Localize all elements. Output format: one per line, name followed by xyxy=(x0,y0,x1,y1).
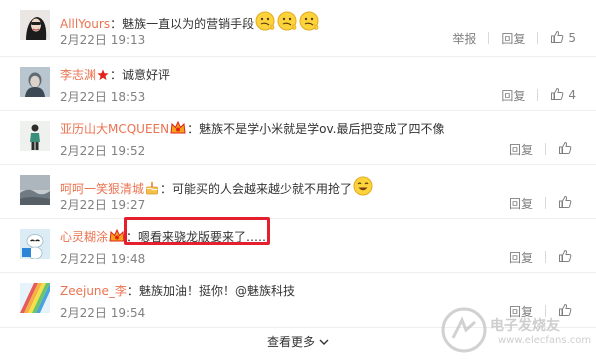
thumbs-up-icon xyxy=(550,87,564,104)
comment-text: 魅族一直以为的营销手段 xyxy=(122,17,255,31)
comment-line: 李志渊 ：诚意好评 xyxy=(60,67,170,84)
divider xyxy=(545,251,546,263)
like-button[interactable] xyxy=(558,141,576,158)
reply-button[interactable]: 回复 xyxy=(501,87,525,104)
cake-badge-icon xyxy=(145,181,159,200)
laughing-face-emoji-icon xyxy=(352,175,374,202)
avatar[interactable] xyxy=(20,283,50,313)
chevron-down-icon xyxy=(319,338,329,346)
watermark-url: www.elecfans.com xyxy=(498,335,592,346)
comment-author[interactable]: 呵呵一笑狠清城 xyxy=(60,182,144,196)
comment-separator: ： xyxy=(126,284,139,298)
comment-timestamp: 2月22日 19:27 xyxy=(60,198,146,212)
reply-button[interactable]: 回复 xyxy=(501,30,525,47)
level-crown-badge-icon xyxy=(170,120,186,140)
thumbs-up-icon xyxy=(550,30,564,47)
comment-actions: 回复 4 xyxy=(501,87,576,104)
reply-button[interactable]: 回复 xyxy=(509,249,533,266)
comment-item: AlllYours：魅族一直以为的营销手段 2月22日 19:13 举报 回复 … xyxy=(0,0,596,57)
avatar[interactable] xyxy=(20,229,50,259)
divider xyxy=(537,32,539,44)
comment-line: Zeejune_李：魅族加油！挺你！@魅族科技 xyxy=(60,283,295,300)
comment-author[interactable]: Zeejune_李 xyxy=(60,284,127,298)
comment-list: AlllYours：魅族一直以为的营销手段 2月22日 19:13 举报 回复 … xyxy=(0,0,596,328)
view-more-label: 查看更多 xyxy=(266,335,315,349)
confused-face-emoji-icon xyxy=(254,10,320,37)
thumbs-up-icon xyxy=(558,141,572,158)
reply-button[interactable]: 回复 xyxy=(509,141,533,158)
comment-actions: 回复 xyxy=(509,249,576,266)
comment-separator: ： xyxy=(110,17,123,31)
divider xyxy=(488,32,490,44)
comment-timestamp: 2月22日 19:13 xyxy=(60,33,146,47)
comment-actions: 举报 回复 5 xyxy=(452,30,576,47)
comment-item: 亚历山大MCQUEEN ：魅族不是学小米就是学ov.最后把变成了四不像 2月22日… xyxy=(0,111,596,165)
like-button[interactable] xyxy=(558,249,576,266)
reply-button[interactable]: 回复 xyxy=(509,195,533,212)
comment-item: 呵呵一笑狠清城 ：可能买的人会越来越少就不用抢了 2月22日 19:27 回复 xyxy=(0,165,596,219)
comment-text: 诚意好评 xyxy=(122,68,171,82)
like-button[interactable]: 5 xyxy=(550,30,576,47)
divider xyxy=(545,143,546,155)
like-count: 4 xyxy=(568,88,576,102)
comment-separator: ： xyxy=(110,68,123,82)
avatar[interactable] xyxy=(20,67,50,97)
highlight-box xyxy=(124,217,270,245)
comment-line: 呵呵一笑狠清城 ：可能买的人会越来越少就不用抢了 xyxy=(60,175,374,196)
comment-timestamp: 2月22日 18:53 xyxy=(60,90,146,104)
report-button[interactable]: 举报 xyxy=(452,30,476,47)
watermark-text: 电子发烧友 xyxy=(490,318,560,334)
comment-author[interactable]: 亚历山大MCQUEEN xyxy=(60,122,169,136)
divider xyxy=(537,89,539,101)
like-count: 5 xyxy=(568,31,576,45)
level-crown-badge-icon xyxy=(109,228,125,248)
comment-timestamp: 2月22日 19:54 xyxy=(60,306,146,320)
avatar[interactable] xyxy=(20,10,50,40)
thumbs-up-icon xyxy=(558,249,572,266)
avatar[interactable] xyxy=(20,121,50,151)
comment-author[interactable]: AlllYours xyxy=(60,17,110,31)
comment-actions: 回复 xyxy=(509,195,576,212)
comment-text: 魅族不是学小米就是学ov.最后把变成了四不像 xyxy=(199,122,445,136)
comment-timestamp: 2月22日 19:52 xyxy=(60,144,146,158)
comment-line: AlllYours：魅族一直以为的营销手段 xyxy=(60,10,320,31)
comment-text: 可能买的人会越来越少就不用抢了 xyxy=(172,182,353,196)
thumbs-up-icon xyxy=(558,195,572,212)
comment-author[interactable]: 心灵糊涂 xyxy=(60,230,108,244)
comment-item: 心灵糊涂 ：嗯看来骁龙版要来了…… 2月22日 19:48 回复 xyxy=(0,219,596,273)
like-button[interactable] xyxy=(558,195,576,212)
comment-line: 亚历山大MCQUEEN ：魅族不是学小米就是学ov.最后把变成了四不像 xyxy=(60,120,445,140)
comment-item: 李志渊 ：诚意好评 2月22日 18:53 回复 4 xyxy=(0,57,596,111)
comment-separator: ： xyxy=(187,122,200,136)
comment-actions: 回复 xyxy=(509,141,576,158)
red-star-badge-icon xyxy=(97,69,109,86)
comment-separator: ： xyxy=(160,182,173,196)
comment-author[interactable]: 李志渊 xyxy=(60,68,96,82)
avatar[interactable] xyxy=(20,175,50,205)
divider xyxy=(545,197,546,209)
comment-timestamp: 2月22日 19:48 xyxy=(60,252,146,266)
comment-text: 魅族加油！挺你！@魅族科技 xyxy=(138,284,295,298)
like-button[interactable]: 4 xyxy=(550,87,576,104)
